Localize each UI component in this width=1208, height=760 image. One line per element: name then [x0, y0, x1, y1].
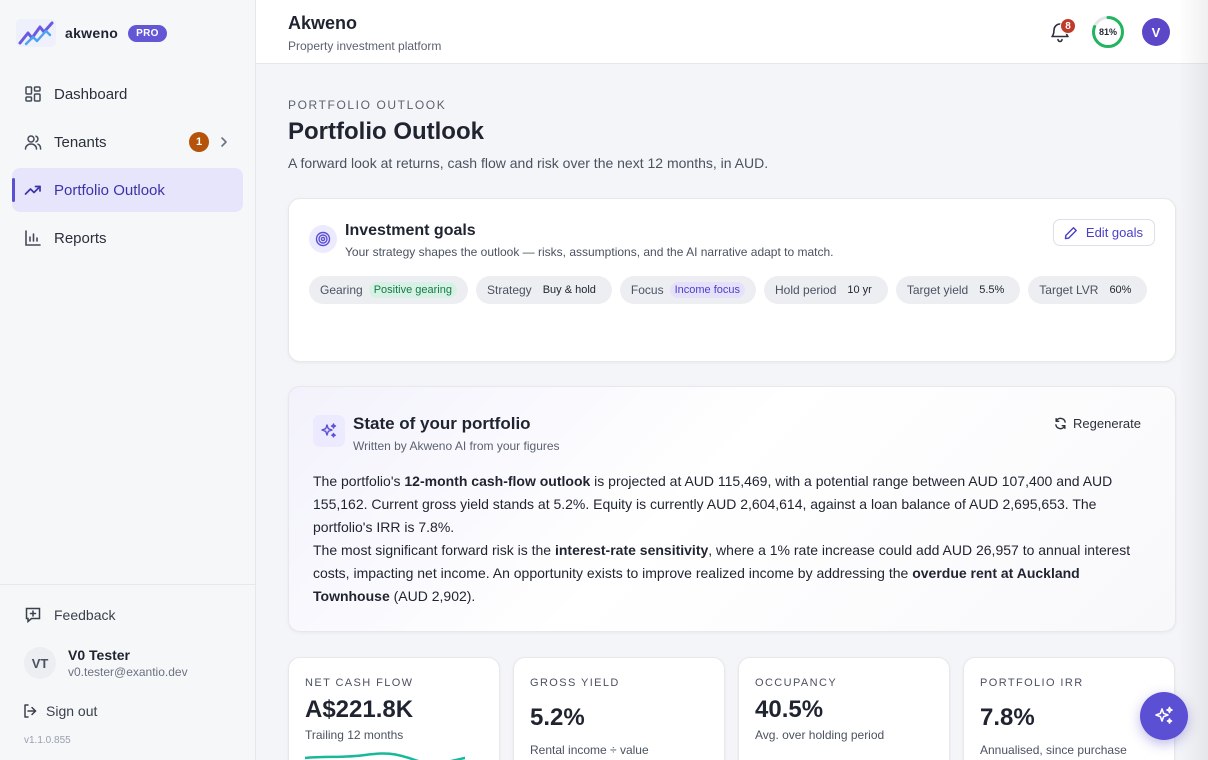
- goal-chip-hold-period: Hold period 10 yr: [764, 276, 888, 304]
- goals-title: Investment goals: [345, 222, 476, 239]
- sidebar-footer: Feedback VT V0 Tester v0.tester@exantio.…: [0, 584, 255, 760]
- sidebar: akweno PRO Dashboard Tenants 1 Portfolio…: [0, 0, 256, 760]
- avatar: VT: [24, 647, 56, 679]
- target-icon: [309, 225, 337, 253]
- user-email: v0.tester@exantio.dev: [68, 665, 188, 679]
- feedback-icon: [25, 607, 41, 624]
- kpi-note: Avg. over holding period: [755, 728, 885, 742]
- cash-flow-sparkline: [305, 752, 465, 760]
- feedback-button[interactable]: Feedback: [24, 606, 115, 624]
- sidebar-item-reports[interactable]: Reports: [12, 216, 243, 260]
- sign-out-icon: [24, 704, 37, 718]
- portfolio-state-card: State of your portfolio Written by Akwen…: [288, 386, 1176, 632]
- chip-value: 5.5%: [979, 284, 1005, 296]
- state-narrative: The portfolio's 12-month cash-flow outlo…: [313, 470, 1149, 608]
- tenants-count-badge: 1: [189, 132, 209, 152]
- sidebar-item-dashboard[interactable]: Dashboard: [12, 72, 243, 116]
- chip-label: Focus: [630, 283, 664, 297]
- sidebar-item-tenants[interactable]: Tenants 1: [12, 120, 243, 164]
- edge-shadow: [1178, 0, 1208, 760]
- app-subtitle: Property investment platform: [288, 39, 442, 53]
- kpi-net-cash-flow[interactable]: NET CASH FLOW A$221.8K Trailing 12 month…: [288, 657, 500, 760]
- top-header: Akweno Property investment platform 8 81…: [256, 0, 1208, 64]
- brand-logo-icon: [16, 19, 56, 47]
- brand-name: akweno: [65, 25, 119, 41]
- profile-completion-label: 81%: [1098, 27, 1117, 37]
- chip-label: Target yield: [906, 283, 969, 297]
- notification-count-badge: 8: [1060, 18, 1076, 34]
- kpi-occupancy[interactable]: OCCUPANCY 40.5% Avg. over holding period: [738, 657, 950, 760]
- page-subtitle: A forward look at returns, cash flow and…: [288, 155, 769, 171]
- user-profile[interactable]: VT V0 Tester v0.tester@exantio.dev: [24, 647, 188, 679]
- narrative-paragraph: The most significant forward risk is the…: [313, 542, 1131, 604]
- sparkles-icon: [1155, 706, 1173, 724]
- kpi-value: 40.5%: [755, 696, 824, 723]
- edit-goals-label: Edit goals: [1085, 225, 1143, 240]
- sidebar-item-label: Tenants: [54, 133, 107, 151]
- sign-out-label: Sign out: [46, 703, 98, 719]
- pro-badge: PRO: [128, 24, 167, 42]
- feedback-label: Feedback: [54, 607, 116, 623]
- kpi-label: PORTFOLIO IRR: [980, 677, 1084, 689]
- kpi-note: Trailing 12 months: [305, 728, 404, 742]
- goal-chip-target-yield: Target yield 5.5%: [895, 276, 1021, 304]
- kpi-value: 7.8%: [980, 704, 1035, 731]
- ai-assistant-button[interactable]: [1140, 692, 1188, 740]
- state-subtitle: Written by Akweno AI from your figures: [353, 439, 560, 453]
- dashboard-icon: [25, 86, 41, 102]
- state-title: State of your portfolio: [353, 414, 531, 433]
- sign-out-button[interactable]: Sign out: [22, 703, 97, 719]
- sidebar-item-label: Reports: [54, 229, 107, 247]
- kpi-note: Rental income ÷ value: [530, 743, 649, 757]
- goal-chips: Gearing Positive gearing Strategy Buy & …: [309, 276, 1169, 304]
- refresh-icon: [1055, 417, 1066, 430]
- edit-goals-button[interactable]: Edit goals: [1052, 219, 1155, 246]
- narrative-paragraph: The portfolio's 12-month cash-flow outlo…: [313, 473, 1113, 535]
- kpi-label: GROSS YIELD: [530, 677, 620, 689]
- goal-chip-strategy: Strategy Buy & hold: [475, 276, 612, 304]
- chip-value: Buy & hold: [542, 284, 596, 296]
- kpi-gross-yield[interactable]: GROSS YIELD 5.2% Rental income ÷ value: [513, 657, 725, 760]
- sidebar-nav: Dashboard Tenants 1 Portfolio Outlook Re…: [12, 72, 243, 264]
- kpi-value: A$221.8K: [305, 696, 414, 723]
- sidebar-item-label: Dashboard: [54, 85, 128, 103]
- kpi-label: NET CASH FLOW: [305, 677, 414, 689]
- brand[interactable]: akweno PRO: [16, 18, 167, 48]
- user-avatar[interactable]: V: [1142, 18, 1170, 46]
- pencil-icon: [1064, 226, 1077, 239]
- page-eyebrow: PORTFOLIO OUTLOOK: [288, 98, 447, 112]
- kpi-label: OCCUPANCY: [755, 677, 838, 689]
- chip-value: 10 yr: [847, 284, 872, 296]
- regenerate-label: Regenerate: [1073, 416, 1141, 431]
- sparkles-icon: [313, 415, 345, 447]
- trending-up-icon: [24, 185, 41, 195]
- regenerate-button[interactable]: Regenerate: [1054, 416, 1141, 431]
- investment-goals-card: Investment goals Your strategy shapes th…: [288, 198, 1176, 362]
- chip-value: Positive gearing: [368, 282, 457, 298]
- page-title: Portfolio Outlook: [288, 118, 484, 145]
- chip-value: Income focus: [669, 282, 745, 298]
- chip-value: 60%: [1109, 284, 1132, 296]
- bar-chart-icon: [25, 230, 41, 246]
- goals-subtitle: Your strategy shapes the outlook — risks…: [345, 245, 834, 259]
- chip-label: Gearing: [320, 283, 363, 297]
- app-title: Akweno: [288, 13, 358, 33]
- sidebar-item-label: Portfolio Outlook: [54, 181, 165, 199]
- goal-chip-gearing: Gearing Positive gearing: [309, 276, 468, 304]
- kpi-value: 5.2%: [530, 704, 585, 731]
- kpi-note: Annualised, since purchase: [980, 743, 1127, 757]
- chevron-right-icon[interactable]: [217, 135, 231, 149]
- sidebar-item-portfolio-outlook[interactable]: Portfolio Outlook: [12, 168, 243, 212]
- app-version: v1.1.0.855: [24, 735, 71, 746]
- goal-chip-focus: Focus Income focus: [619, 276, 756, 304]
- chip-label: Strategy: [486, 283, 532, 297]
- chip-label: Target LVR: [1039, 283, 1099, 297]
- chip-label: Hold period: [775, 283, 837, 297]
- users-icon: [24, 135, 42, 150]
- goal-chip-target-lvr: Target LVR 60%: [1028, 276, 1148, 304]
- user-name: V0 Tester: [68, 647, 130, 663]
